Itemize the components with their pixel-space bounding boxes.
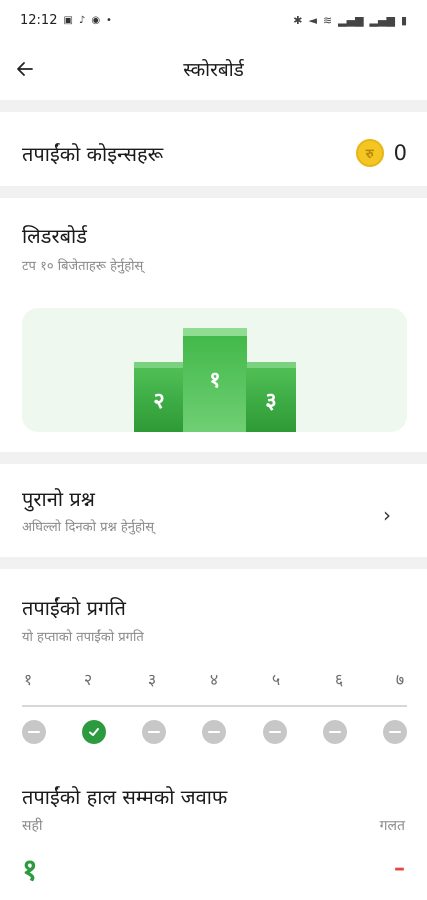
podium-third: ३ <box>246 368 296 432</box>
coin-value: 0 <box>393 141 407 165</box>
day-label: २ <box>83 670 93 689</box>
chevron-right-icon: › <box>383 503 391 527</box>
section-divider <box>0 452 427 464</box>
signal-icon: ▂▄▆ <box>369 13 395 27</box>
status-bar: 12:12 ▣ ♪ ◉ • ✱ ◄ ≋ ▂▄▆ ▂▄▆ ▮ <box>0 0 427 40</box>
day-label: ३ <box>147 670 157 689</box>
coins-row: तपाईंको कोइन्सहरू रु 0 <box>0 122 427 184</box>
leaderboard-subtitle: टप १० बिजेताहरू हेर्नुहोस् <box>22 259 144 274</box>
signal-icon: ▂▄▆ <box>338 13 364 27</box>
battery-icon: ▮ <box>400 13 407 27</box>
progress-track <box>22 705 407 707</box>
coin-symbol: रु <box>365 147 374 162</box>
minus-icon <box>329 731 341 733</box>
progress-subtitle: यो हप्ताको तपाईंको प्रगति <box>22 630 144 645</box>
music-icon: ♪ <box>78 14 86 26</box>
progress-day-dots <box>22 720 407 746</box>
day-status-pending <box>383 720 407 744</box>
progress-title: तपाईंको प्रगति <box>22 596 126 620</box>
correct-count: १ <box>22 853 38 888</box>
day-label: ७ <box>395 670 405 689</box>
progress-day-labels: १ २ ३ ४ ५ ६ ७ <box>22 668 407 698</box>
podium-card[interactable]: २ १ ३ <box>22 308 407 432</box>
wifi-icon: ≋ <box>322 13 333 27</box>
minus-icon <box>389 731 401 733</box>
wrong-label: गलत <box>379 818 405 834</box>
podium-second: २ <box>134 368 184 432</box>
minus-icon <box>269 731 281 733</box>
bluetooth-icon: ✱ <box>293 13 303 27</box>
previous-question-subtitle: अघिल्लो दिनको प्रश्न हेर्नुहोस् <box>22 520 155 535</box>
podium-first-label: १ <box>209 368 221 393</box>
coin-balance: रु 0 <box>355 139 407 167</box>
page-title: स्कोरबोर्ड <box>183 59 244 81</box>
section-divider <box>0 186 427 198</box>
day-status-pending <box>202 720 226 744</box>
arrow-left-icon <box>17 62 33 76</box>
day-label: १ <box>23 670 33 689</box>
status-time: 12:12 <box>20 12 58 28</box>
previous-question-row[interactable]: पुरानो प्रश्न अघिल्लो दिनको प्रश्न हेर्न… <box>0 465 427 557</box>
podium-first: १ <box>183 336 247 432</box>
coins-label: तपाईंको कोइन्सहरू <box>22 141 164 166</box>
correct-label: सही <box>22 818 43 834</box>
day-label: ५ <box>271 670 281 689</box>
day-status-done <box>82 720 106 744</box>
check-icon <box>89 728 99 736</box>
mute-icon: ◄ <box>308 13 317 27</box>
wrong-count: – <box>394 856 405 881</box>
answers-title: तपाईंको हाल सम्मको जवाफ <box>22 785 228 809</box>
whatsapp-icon: ◉ <box>91 14 101 26</box>
section-divider <box>0 557 427 569</box>
podium-third-label: ३ <box>265 389 277 414</box>
minus-icon <box>208 731 220 733</box>
section-divider <box>0 100 427 112</box>
day-status-pending <box>22 720 46 744</box>
minus-icon <box>28 731 40 733</box>
back-button[interactable] <box>8 52 42 86</box>
day-status-pending <box>142 720 166 744</box>
minus-icon <box>148 731 160 733</box>
day-label: ४ <box>209 670 219 689</box>
leaderboard-title: लिडरबोर्ड <box>22 224 87 248</box>
day-label: ६ <box>334 670 344 689</box>
dot-icon: • <box>106 14 112 26</box>
coin-icon: रु <box>355 139 384 167</box>
previous-question-title: पुरानो प्रश्न <box>22 487 95 511</box>
day-status-pending <box>263 720 287 744</box>
podium-second-label: २ <box>153 389 165 414</box>
app-bar: स्कोरबोर्ड <box>0 40 427 98</box>
day-status-pending <box>323 720 347 744</box>
gallery-icon: ▣ <box>63 14 73 26</box>
